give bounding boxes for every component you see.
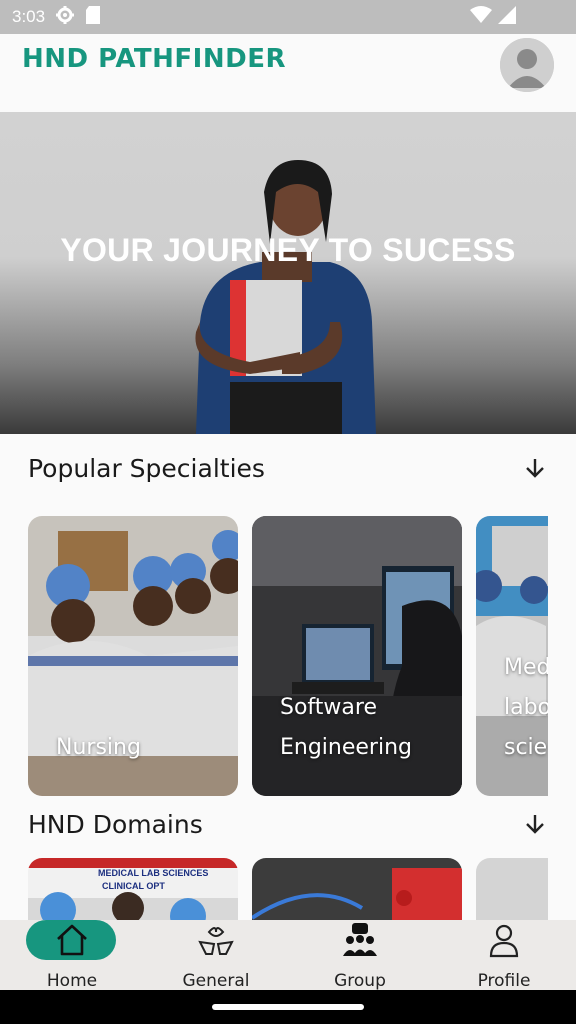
hnd-domains-header[interactable]: HND Domains xyxy=(28,804,548,844)
domain-card-electronics[interactable] xyxy=(252,858,462,920)
nav-item-home[interactable]: Home xyxy=(0,920,144,991)
specialty-card-nursing[interactable]: Nursing xyxy=(28,516,238,796)
nav-item-general[interactable]: General xyxy=(144,920,288,991)
home-icon xyxy=(52,922,92,958)
arrow-down-icon[interactable] xyxy=(522,455,548,481)
hnd-domains-list[interactable]: MEDICAL LAB SCIENCES CLINICAL OPT xyxy=(28,858,548,920)
popular-specialties-header[interactable]: Popular Specialties xyxy=(28,448,548,488)
home-gesture-handle[interactable] xyxy=(212,1004,364,1010)
specialty-card-medical-lab-science[interactable]: Med labo scie xyxy=(476,516,548,796)
card-label-line3: scie xyxy=(504,735,548,760)
domain-banner-line1: MEDICAL LAB SCIENCES xyxy=(98,868,209,878)
section-title: HND Domains xyxy=(28,809,203,839)
nav-label: Group xyxy=(334,971,386,991)
nav-label: Profile xyxy=(477,971,531,991)
domain-banner-line2: CLINICAL OPT xyxy=(102,881,165,891)
hero-headline: YOUR JOURNEY TO SUCESS xyxy=(60,232,516,268)
hero-photo xyxy=(195,160,376,434)
sd-card-icon xyxy=(85,5,101,29)
profile-icon xyxy=(484,922,524,958)
status-bar: 3:03 xyxy=(0,0,576,34)
app-title: HND PATHFINDER xyxy=(22,44,286,74)
wifi-icon xyxy=(470,6,492,28)
specialty-card-software-engineering[interactable]: Software Engineering xyxy=(252,516,462,796)
user-avatar-icon[interactable] xyxy=(500,38,554,92)
settings-icon xyxy=(55,5,75,29)
signal-icon xyxy=(498,6,516,28)
nav-label: General xyxy=(182,971,250,991)
card-label-line2: Engineering xyxy=(280,735,412,760)
nav-item-profile[interactable]: Profile xyxy=(432,920,576,991)
bottom-navigation: Home General Group Profile xyxy=(0,920,576,991)
nav-item-group[interactable]: Group xyxy=(288,920,432,991)
system-gesture-bar xyxy=(0,990,576,1024)
general-icon xyxy=(196,922,236,958)
domain-photo-third xyxy=(476,858,548,920)
card-label-line2: labo xyxy=(504,695,548,720)
status-time: 3:03 xyxy=(12,7,46,26)
card-label-line1: Software xyxy=(280,695,377,720)
nav-label: Home xyxy=(46,971,98,991)
group-icon xyxy=(340,922,380,958)
domain-card-third[interactable] xyxy=(476,858,548,920)
domain-photo-electronics xyxy=(252,858,462,920)
card-label: Nursing xyxy=(56,735,141,760)
domain-card-medical[interactable]: MEDICAL LAB SCIENCES CLINICAL OPT xyxy=(28,858,238,920)
hero-banner: YOUR JOURNEY TO SUCESS xyxy=(0,112,576,434)
arrow-down-icon[interactable] xyxy=(522,811,548,837)
card-label-line1: Med xyxy=(504,655,548,680)
section-title: Popular Specialties xyxy=(28,453,265,483)
popular-specialties-list[interactable]: Nursing Software Engineering Med labo sc… xyxy=(28,516,548,796)
app-bar: HND PATHFINDER xyxy=(0,34,576,112)
